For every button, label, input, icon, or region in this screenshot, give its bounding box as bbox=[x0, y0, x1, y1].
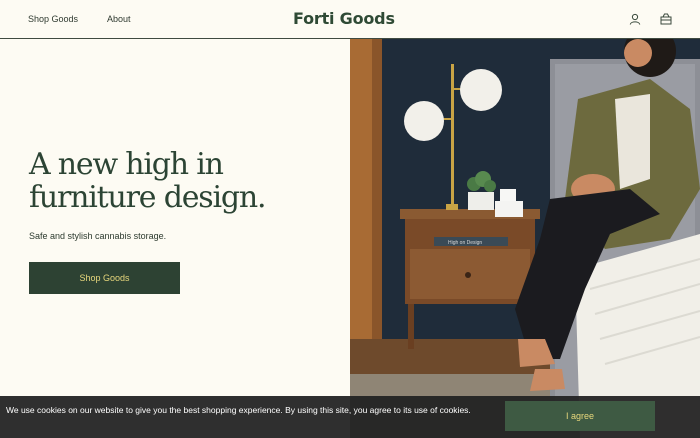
hero-subtitle: Safe and stylish cannabis storage. bbox=[29, 231, 167, 241]
cart-icon[interactable] bbox=[660, 13, 672, 25]
book-title: High on Design bbox=[448, 240, 482, 246]
nav-shop-goods[interactable]: Shop Goods bbox=[28, 14, 78, 24]
account-icon[interactable] bbox=[629, 13, 641, 25]
hero-photo: High on Design bbox=[350, 39, 700, 438]
cookie-message: We use cookies on our website to give yo… bbox=[6, 405, 471, 415]
logo[interactable]: Forti Goods bbox=[293, 9, 395, 28]
lifestyle-image: High on Design bbox=[350, 39, 700, 438]
shop-goods-button[interactable]: Shop Goods bbox=[29, 262, 180, 294]
cookie-banner: We use cookies on our website to give yo… bbox=[0, 396, 700, 438]
agree-button[interactable]: I agree bbox=[505, 401, 655, 431]
site-header: Shop Goods About Forti Goods bbox=[0, 0, 700, 39]
hero-title: A new high in furniture design. bbox=[29, 147, 267, 215]
nav-about[interactable]: About bbox=[107, 14, 131, 24]
